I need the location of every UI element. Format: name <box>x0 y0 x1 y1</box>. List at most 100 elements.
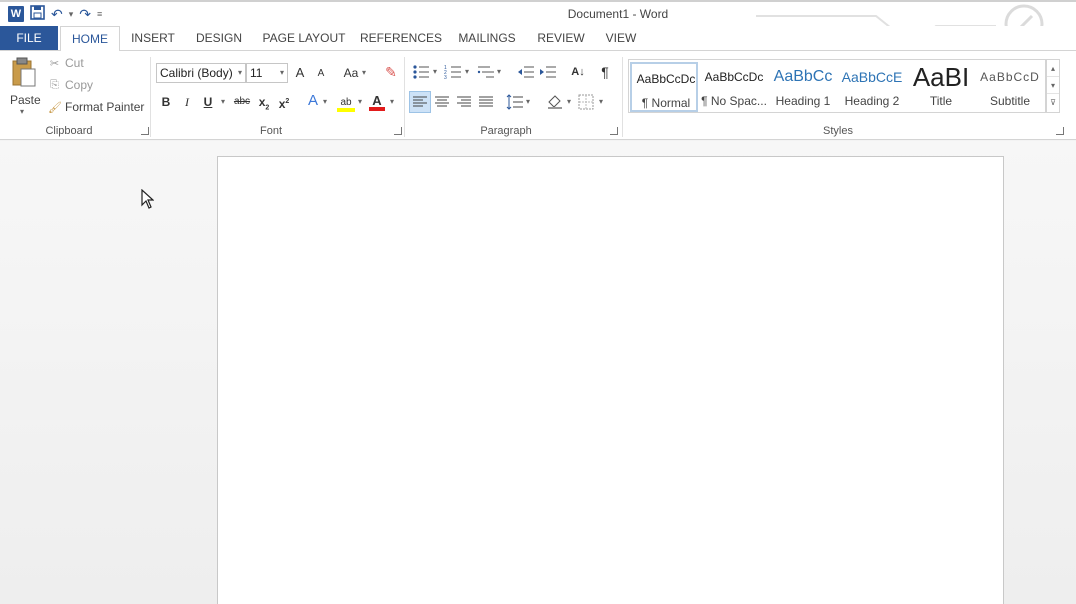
clipboard-group-label: Clipboard <box>45 125 93 137</box>
svg-text:3: 3 <box>444 75 447 81</box>
format-painter-label: Format Painter <box>65 100 145 114</box>
tab-references[interactable]: REFERENCES <box>360 26 442 50</box>
style-heading-2[interactable]: AaBbCcE Heading 2 <box>838 62 906 112</box>
paste-icon[interactable] <box>12 57 36 87</box>
paintbrush-icon: 🖌 <box>48 101 62 114</box>
borders-icon[interactable] <box>578 94 594 110</box>
chevron-down-icon[interactable]: ▾ <box>567 93 571 111</box>
document-page[interactable] <box>217 156 1004 604</box>
chevron-down-icon[interactable]: ▾ <box>358 93 362 111</box>
group-divider <box>404 57 405 137</box>
font-color-label: A <box>369 94 385 111</box>
align-center-icon[interactable] <box>434 95 450 109</box>
chevron-down-icon[interactable]: ▾ <box>323 93 327 111</box>
ribbon-home: Paste ▾ ✂ Cut ⎘ Copy 🖌 Format Painter Cl… <box>0 50 1076 140</box>
style-name: ¶ Normal <box>641 96 691 110</box>
superscript-button[interactable]: x2 <box>276 93 292 113</box>
grow-font-button[interactable]: A <box>292 64 308 82</box>
chevron-down-icon[interactable]: ▾ <box>497 63 501 81</box>
paragraph-launcher-icon[interactable] <box>610 127 618 135</box>
style-sample: AaBbCcE <box>841 69 903 85</box>
tab-review[interactable]: REVIEW <box>532 26 590 50</box>
strikethrough-button[interactable]: abc <box>232 93 252 111</box>
bullets-icon[interactable] <box>412 63 432 81</box>
chevron-down-icon[interactable]: ▾ <box>362 64 366 82</box>
tab-insert[interactable]: INSERT <box>126 26 180 50</box>
document-area <box>0 141 1076 604</box>
line-spacing-icon[interactable] <box>506 94 524 110</box>
change-case-button[interactable]: Aa <box>340 64 362 82</box>
chevron-down-icon[interactable]: ▾ <box>465 63 469 81</box>
multilevel-list-icon[interactable] <box>476 63 496 81</box>
text-effects-button[interactable]: A <box>304 92 322 110</box>
font-group-label: Font <box>259 125 282 137</box>
paragraph-group-label: Paragraph <box>480 125 532 137</box>
copy-label: Copy <box>65 78 94 92</box>
align-left-icon <box>413 96 427 107</box>
cut-label: Cut <box>65 56 84 70</box>
tab-home[interactable]: HOME <box>60 26 120 51</box>
align-right-icon[interactable] <box>456 95 472 109</box>
style-heading-1[interactable]: AaBbCc Heading 1 <box>769 62 837 112</box>
tab-mailings[interactable]: MAILINGS <box>452 26 522 50</box>
paste-button[interactable]: Paste <box>10 93 41 107</box>
style-normal[interactable]: AaBbCcDc ¶ Normal <box>630 62 698 112</box>
style-no-spacing[interactable]: AaBbCcDc ¶ No Spac... <box>700 62 768 112</box>
tab-view[interactable]: VIEW <box>600 26 642 50</box>
copy-icon: ⎘ <box>50 78 59 91</box>
tab-file[interactable]: FILE <box>0 26 58 50</box>
show-formatting-marks-button[interactable]: ¶ <box>596 63 614 81</box>
style-subtitle[interactable]: AaBbCcD Subtitle <box>976 62 1044 112</box>
chevron-down-icon[interactable]: ▾ <box>599 93 603 111</box>
subscript-button[interactable]: x2 <box>256 93 272 117</box>
style-name: Title <box>929 94 953 108</box>
highlight-color-button[interactable]: ab <box>336 92 356 112</box>
font-size-select[interactable]: 11 ▾ <box>246 63 288 83</box>
italic-button[interactable]: I <box>180 93 194 111</box>
clipboard-launcher-icon[interactable] <box>141 127 149 135</box>
tab-design[interactable]: DESIGN <box>190 26 248 50</box>
bold-button[interactable]: B <box>158 93 174 111</box>
style-name: ¶ No Spac... <box>701 94 767 108</box>
styles-launcher-icon[interactable] <box>1056 127 1064 135</box>
chevron-down-icon[interactable]: ▾ <box>526 93 530 111</box>
paste-dropdown-icon[interactable]: ▾ <box>20 107 24 116</box>
style-title[interactable]: AaBI Title <box>907 62 975 112</box>
style-name: Heading 1 <box>775 94 831 108</box>
font-family-select[interactable]: Calibri (Body) ▾ <box>156 63 246 83</box>
decrease-indent-icon[interactable] <box>516 63 536 81</box>
justify-icon[interactable] <box>478 95 494 109</box>
font-launcher-icon[interactable] <box>394 127 402 135</box>
underline-button[interactable]: U <box>200 93 216 111</box>
tab-page-layout[interactable]: PAGE LAYOUT <box>258 26 350 50</box>
clear-formatting-icon[interactable]: ✎ <box>382 63 400 81</box>
shading-icon[interactable] <box>546 93 564 109</box>
group-divider <box>622 57 623 137</box>
chevron-down-icon[interactable]: ▾ <box>390 93 394 111</box>
styles-gallery: AaBbCcDc ¶ Normal AaBbCcDc ¶ No Spac... … <box>628 59 1046 113</box>
numbering-icon[interactable]: 123 <box>444 63 464 81</box>
sort-button[interactable]: A↓ <box>568 63 588 81</box>
styles-group-label: Styles <box>823 125 853 137</box>
chevron-up-icon[interactable]: ▴ <box>1047 60 1059 77</box>
style-sample: AaBbCc <box>773 68 833 85</box>
style-sample: AaBbCcDc <box>704 70 764 84</box>
mouse-pointer-icon <box>140 188 155 214</box>
scissors-icon: ✂ <box>49 57 60 70</box>
style-sample: AaBbCcD <box>980 70 1040 84</box>
format-painter-button[interactable]: 🖌 Format Painter <box>48 100 144 114</box>
font-size-value: 11 <box>250 66 263 80</box>
chevron-down-icon[interactable]: ▾ <box>221 93 225 111</box>
chevron-down-icon[interactable]: ▾ <box>433 63 437 81</box>
group-divider <box>150 57 151 137</box>
chevron-down-icon[interactable]: ▾ <box>1047 77 1059 94</box>
copy-button[interactable]: ⎘ Copy <box>48 78 93 92</box>
style-name: Subtitle <box>989 94 1031 108</box>
font-color-button[interactable]: A <box>368 92 386 111</box>
highlighter-icon: ab <box>337 98 355 112</box>
chevron-down-icon: ▾ <box>279 68 284 77</box>
cut-button[interactable]: ✂ Cut <box>48 56 84 70</box>
increase-indent-icon[interactable] <box>538 63 558 81</box>
more-styles-icon[interactable]: ⊽ <box>1047 94 1059 111</box>
shrink-font-button[interactable]: A <box>314 65 328 83</box>
